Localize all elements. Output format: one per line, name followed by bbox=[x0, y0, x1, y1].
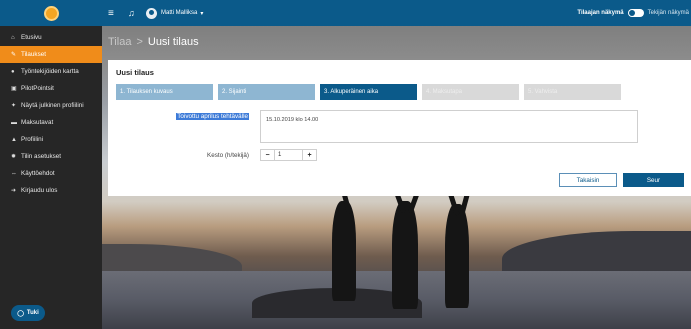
map-pin-icon: ● bbox=[11, 68, 15, 75]
sidebar-item-7[interactable]: ▲ Profiilini bbox=[0, 131, 102, 148]
logout-icon: ➜ bbox=[11, 188, 17, 194]
duration-input[interactable]: 1 bbox=[274, 150, 303, 160]
next-button[interactable]: Seur bbox=[623, 173, 684, 187]
duration-label-cell: Kesto (h/tekijä) bbox=[108, 152, 249, 164]
gear-icon: ✹ bbox=[11, 154, 17, 160]
top-bar: ≡ ♫ Matti Malliksa ▾ Tilaajan näkymä Tek… bbox=[0, 0, 691, 26]
sidebar-item-label: Käyttöehdot bbox=[21, 170, 55, 177]
view-toggle[interactable]: Tilaajan näkymä Tekijän näkymä bbox=[577, 0, 689, 26]
breadcrumb: Tilaa > Uusi tilaus bbox=[108, 36, 199, 48]
brand[interactable] bbox=[0, 0, 102, 26]
sidebar-item-9[interactable]: ⇔ Käyttöehdot bbox=[0, 165, 102, 182]
background-island-right bbox=[502, 231, 691, 271]
back-button[interactable]: Takaisin bbox=[559, 173, 617, 187]
sidebar-item-label: Profiilini bbox=[21, 136, 44, 143]
background-person bbox=[332, 201, 356, 301]
avatar-icon bbox=[146, 7, 157, 19]
user-icon: ▲ bbox=[11, 136, 17, 143]
duration-stepper: − 1 + bbox=[260, 149, 317, 161]
support-label: Tuki bbox=[26, 310, 39, 316]
form-title: Uusi tilaus bbox=[116, 68, 154, 77]
support-button[interactable]: ◯ Tuki bbox=[11, 305, 45, 321]
eye-icon: ✦ bbox=[11, 103, 17, 109]
chevron-down-icon: ▾ bbox=[200, 10, 204, 17]
sidebar-item-6[interactable]: ▬ Maksutavat bbox=[0, 114, 102, 131]
increment-button[interactable]: + bbox=[303, 150, 316, 160]
wizard-step-1[interactable]: 1. Tilauksen kuvaus bbox=[116, 84, 213, 100]
breadcrumb-parent[interactable]: Tilaa bbox=[108, 36, 131, 48]
edit-icon: ✎ bbox=[11, 52, 17, 58]
sidebar-item-label: PilotPointsit bbox=[21, 85, 54, 92]
user-menu[interactable]: Matti Malliksa ▾ bbox=[146, 0, 203, 26]
sidebar-item-label: Kirjaudu ulos bbox=[21, 187, 58, 194]
wizard-step-3[interactable]: 3. Alkuperäinen aika bbox=[320, 84, 417, 100]
deadline-label: Toivottu aprilus tehtävälle bbox=[176, 113, 249, 120]
gift-icon: ▣ bbox=[11, 86, 17, 92]
background-person bbox=[445, 204, 469, 308]
background-island-left bbox=[102, 244, 242, 272]
home-icon: ⌂ bbox=[11, 34, 15, 41]
page-title: Uusi tilaus bbox=[147, 36, 199, 48]
breadcrumb-separator: > bbox=[136, 36, 143, 48]
logo-icon bbox=[43, 5, 59, 21]
sidebar-item-label: Näytä julkinen profiilini bbox=[21, 102, 84, 109]
decrement-button[interactable]: − bbox=[261, 150, 274, 160]
view-label-other: Tekijän näkymä bbox=[647, 10, 689, 16]
view-label-active: Tilaajan näkymä bbox=[577, 10, 624, 16]
sidebar-item-8[interactable]: ✹ Tilin asetukset bbox=[0, 148, 102, 165]
sidebar-item-5[interactable]: ✦ Näytä julkinen profiilini bbox=[0, 97, 102, 114]
sidebar-item-label: Työntekijöiden kartta bbox=[21, 68, 79, 75]
view-switch[interactable] bbox=[627, 9, 644, 17]
wizard-step-4[interactable]: 4. Maksutapa bbox=[422, 84, 519, 100]
sidebar-item-3[interactable]: ● Työntekijöiden kartta bbox=[0, 63, 102, 80]
deadline-label-cell: Toivottu aprilus tehtävälle bbox=[108, 113, 249, 125]
sidebar-item-label: Maksutavat bbox=[21, 119, 54, 126]
hamburger-menu-icon[interactable]: ≡ bbox=[108, 0, 114, 26]
sidebar-item-1[interactable]: ⌂ Etusivu bbox=[0, 29, 102, 46]
sidebar-item-4[interactable]: ▣ PilotPointsit bbox=[0, 80, 102, 97]
sidebar-item-label: Tilin asetukset bbox=[21, 153, 62, 160]
deadline-field[interactable]: 15.10.2019 klo 14.00 bbox=[260, 110, 638, 143]
wizard-steps: 1. Tilauksen kuvaus 2. Sijainti 3. Alkuper… bbox=[116, 84, 626, 100]
sidebar-item-2[interactable]: ✎ Tilaukset bbox=[0, 46, 102, 63]
wizard-step-5[interactable]: 5. Vahvista bbox=[524, 84, 621, 100]
background-person bbox=[392, 201, 418, 309]
sidebar-item-label: Tilaukset bbox=[21, 51, 46, 58]
bell-icon[interactable]: ♫ bbox=[128, 0, 135, 26]
order-form-card: Uusi tilaus 1. Tilauksen kuvaus 2. Sijain… bbox=[108, 60, 691, 196]
sidebar-item-label: Etusivu bbox=[21, 34, 42, 41]
wizard-step-2[interactable]: 2. Sijainti bbox=[218, 84, 315, 100]
sidebar-item-10[interactable]: ➜ Kirjaudu ulos bbox=[0, 182, 102, 199]
chat-bubble-icon: ◯ bbox=[17, 310, 24, 317]
handshake-icon: ⇔ bbox=[11, 170, 17, 177]
sidebar: ⌂ Etusivu ✎ Tilaukset ● Työntekijöiden kartta… bbox=[0, 26, 102, 329]
user-name: Matti Malliksa bbox=[161, 10, 198, 16]
credit-card-icon: ▬ bbox=[11, 119, 17, 126]
duration-label: Kesto (h/tekijä) bbox=[207, 152, 249, 159]
